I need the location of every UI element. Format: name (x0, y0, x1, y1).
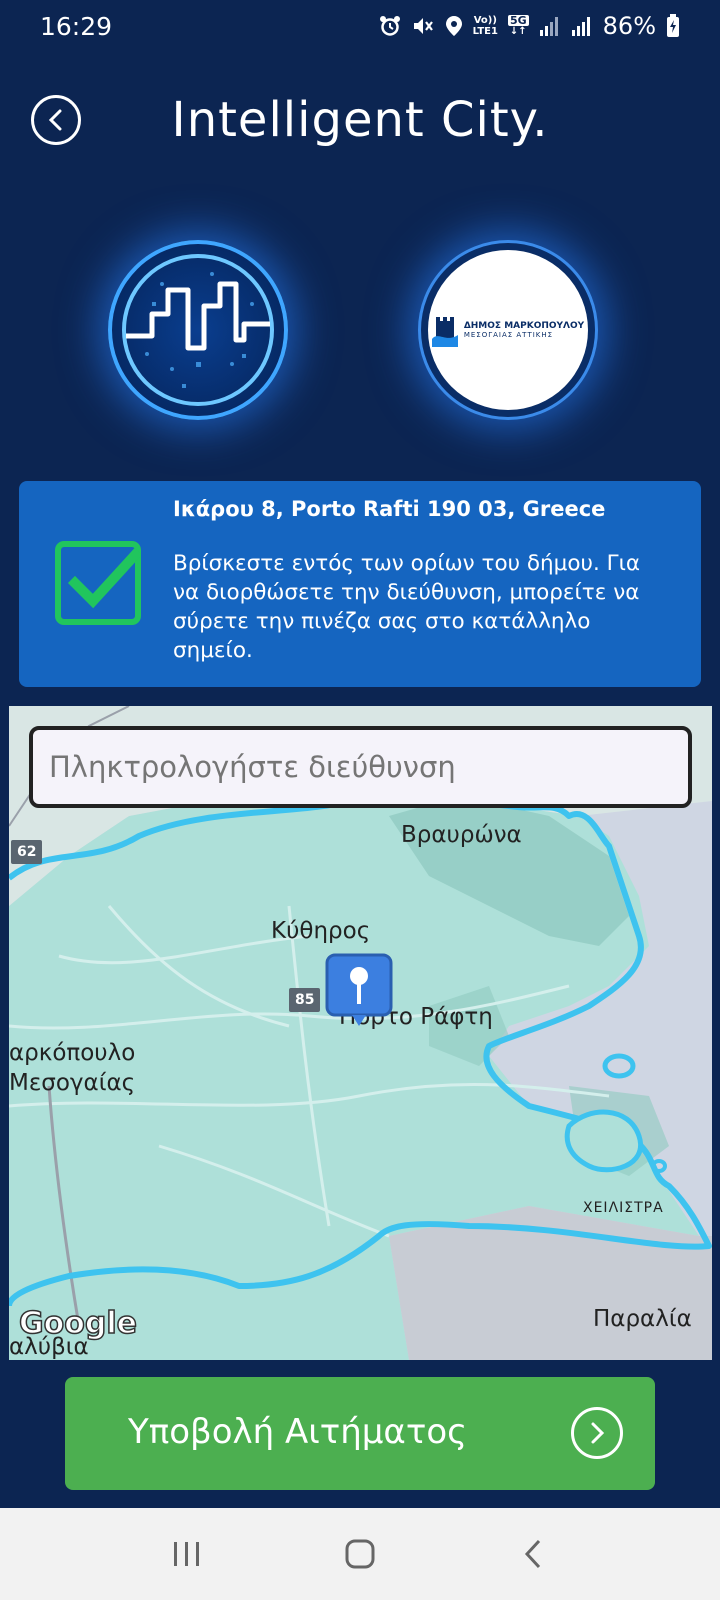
map-label-paralia: Παραλία (593, 1306, 692, 1332)
recent-apps-button[interactable] (157, 1524, 217, 1584)
info-message: Βρίσκεστε εντός των ορίων του δήμου. Για… (173, 551, 641, 663)
map-view[interactable]: Βραυρώνα Κύθηρος Πόρτο Ράφτη αρκόπουλο Μ… (9, 706, 712, 1360)
checkbox-checked-icon (55, 541, 141, 625)
location-pin-icon[interactable] (324, 952, 394, 1032)
map-label-vravrona: Βραυρώνα (401, 822, 522, 848)
home-icon (345, 1539, 375, 1569)
data-arrows-icon: ↓↑ (509, 26, 527, 37)
home-button[interactable] (330, 1524, 390, 1584)
map-label-markopoulo-1: αρκόπουλο (9, 1040, 136, 1066)
location-icon (445, 16, 462, 36)
status-icons: Vo)) LTE1 5G ↓↑ 86% (379, 12, 680, 40)
battery-percent: 86% (602, 12, 656, 40)
map-label-kythiros: Κύθηρος (271, 918, 371, 944)
road-badge-62: 62 (11, 840, 43, 864)
status-bar: 16:29 Vo)) LTE1 5G ↓↑ 86% (0, 0, 720, 52)
signal-icon-2 (571, 17, 590, 36)
municipality-region: ΜΕΣΟΓΑΙΑΣ ΑΤΤΙΚΗΣ (463, 331, 554, 339)
alarm-icon (379, 16, 400, 36)
municipality-emblem-icon (431, 317, 458, 347)
map-label-cheilistra: ΧΕΙΛΙΣΤΡΑ (583, 1200, 664, 1216)
battery-charging-icon (667, 14, 679, 37)
municipality-logo: ΔΗΜΟΣ ΜΑΡΚΟΠΟΥΛΟΥ ΜΕΣΟΓΑΙΑΣ ΑΤΤΙΚΗΣ (418, 240, 598, 420)
system-navigation-bar (0, 1508, 720, 1600)
address-search-input[interactable] (29, 726, 692, 808)
volte-indicator: Vo)) LTE1 (472, 15, 498, 37)
app-title: Intelligent City. (171, 92, 549, 148)
road-badge-85: 85 (289, 988, 321, 1012)
back-nav-button[interactable] (503, 1524, 563, 1584)
signal-icon (539, 17, 558, 36)
municipality-name: ΔΗΜΟΣ ΜΑΡΚΟΠΟΥΛΟΥ (463, 321, 585, 331)
chevron-right-circle-icon (571, 1407, 623, 1459)
submit-label: Υποβολή Αιτήματος (128, 1412, 468, 1452)
mute-icon (413, 18, 433, 34)
location-info-card: Ικάρου 8, Porto Rafti 190 03, Greece Βρί… (19, 481, 701, 687)
status-time: 16:29 (40, 11, 113, 41)
city-skyline-icon (122, 254, 274, 406)
google-attribution: Google (18, 1305, 137, 1342)
intelligent-city-logo (108, 240, 288, 420)
back-nav-icon (525, 1539, 541, 1569)
map-label-markopoulo-2: Μεσογαίας (9, 1070, 136, 1096)
network-type-indicator: 5G ↓↑ (507, 14, 529, 37)
submit-request-button[interactable]: Υποβολή Αιτήματος (65, 1377, 655, 1490)
address-text: Ικάρου 8, Porto Rafti 190 03, Greece (173, 497, 606, 521)
recent-apps-icon (173, 1542, 199, 1566)
